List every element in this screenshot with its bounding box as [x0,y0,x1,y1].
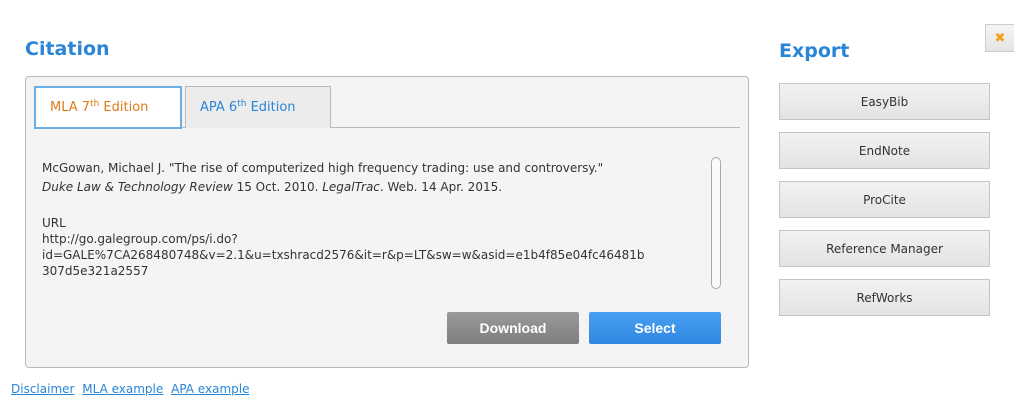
citation-journal: Duke Law & Technology Review [42,180,233,194]
url-line-3: 307d5e321a2557 [42,264,149,278]
tab-apa-label: APA 6 [200,100,238,115]
citation-format-tabs: MLA 7th Edition APA 6th Edition [34,86,740,129]
citation-title: Citation [25,38,110,60]
export-procite-button[interactable]: ProCite [779,181,990,218]
close-button[interactable]: ✖ [985,24,1014,52]
tab-mla-suffix: Edition [99,100,149,115]
export-endnote-button[interactable]: EndNote [779,132,990,169]
export-title: Export [779,40,850,62]
export-easybib-button[interactable]: EasyBib [779,83,990,120]
mla-example-link[interactable]: MLA example [82,382,163,396]
export-reference-manager-button[interactable]: Reference Manager [779,230,990,267]
download-button[interactable]: Download [447,312,579,344]
citation-database: LegalTrac [322,180,380,194]
citation-line-1: McGowan, Michael J. "The rise of compute… [42,161,604,175]
tab-mla-sup: th [90,98,100,109]
citation-text: McGowan, Michael J. "The rise of compute… [42,159,702,197]
tab-mla-label: MLA 7 [50,100,91,115]
disclaimer-link[interactable]: Disclaimer [11,382,74,396]
tab-apa-sup: th [237,98,247,109]
export-refworks-button[interactable]: RefWorks [779,279,990,316]
citation-text-box[interactable]: McGowan, Michael J. "The rise of compute… [26,149,726,289]
citation-dialog: Citation MLA 7th Edition APA 6th Edition… [0,0,1014,412]
citation-scrollbar[interactable] [711,157,721,289]
citation-date: 15 Oct. 2010. [232,180,323,194]
citation-end: . Web. 14 Apr. 2015. [379,180,503,194]
tab-apa-6th-edition[interactable]: APA 6th Edition [185,86,331,128]
citation-line-2: Duke Law & Technology Review 15 Oct. 201… [42,178,702,197]
tab-mla-7th-edition[interactable]: MLA 7th Edition [34,86,182,129]
url-line-2: id=GALE%7CA268480748&v=2.1&u=txshracd257… [42,248,645,262]
select-button[interactable]: Select [589,312,721,344]
tab-apa-suffix: Edition [246,100,296,115]
footer-links: Disclaimer MLA example APA example [11,382,253,396]
citation-panel: MLA 7th Edition APA 6th Edition McGowan,… [25,76,749,368]
close-icon: ✖ [994,30,1006,46]
url-label: URL [42,216,66,230]
url-line-1: http://go.galegroup.com/ps/i.do? [42,232,238,246]
citation-url-block: URL http://go.galegroup.com/ps/i.do? id=… [42,215,712,279]
export-list: EasyBib EndNote ProCite Reference Manage… [779,83,990,328]
apa-example-link[interactable]: APA example [171,382,249,396]
